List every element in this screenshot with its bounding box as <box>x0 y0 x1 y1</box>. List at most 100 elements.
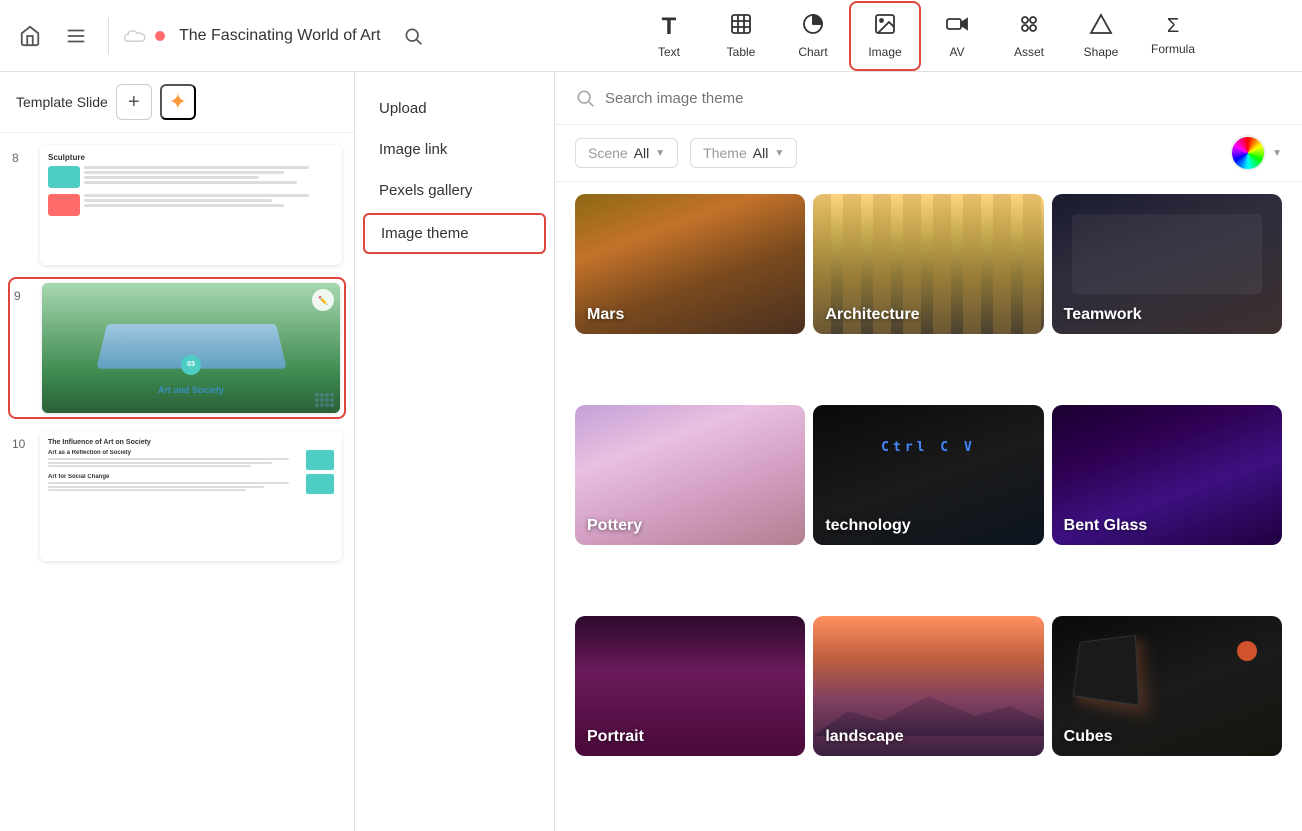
slide-item-9[interactable]: 9 ✏️ 03 Art and Society <box>8 277 346 419</box>
toolbar-asset[interactable]: Asset <box>993 1 1065 71</box>
image-card-architecture[interactable]: Architecture <box>813 194 1043 334</box>
cloud-dot <box>155 31 165 41</box>
toolbar-text[interactable]: T Text <box>633 1 705 71</box>
image-card-pottery[interactable]: Pottery <box>575 405 805 545</box>
toolbar: T Text Table <box>552 1 1290 71</box>
slide-8-text2 <box>84 194 334 209</box>
search-wrap <box>575 88 1282 108</box>
dropdown-pexels-gallery[interactable]: Pexels gallery <box>355 170 554 211</box>
image-icon <box>873 12 897 41</box>
slide-8-img1 <box>48 166 80 188</box>
image-label-architecture: Architecture <box>825 306 919 324</box>
slide-item-8[interactable]: 8 Sculpture <box>8 141 346 269</box>
image-label: Image <box>868 45 901 59</box>
shape-label: Shape <box>1084 45 1119 59</box>
upload-label: Upload <box>379 100 427 117</box>
home-icon[interactable] <box>12 18 48 54</box>
topbar: The Fascinating World of Art T Text <box>0 0 1302 72</box>
dropdown-upload[interactable]: Upload <box>355 88 554 129</box>
theme-filter[interactable]: Theme All ▼ <box>690 138 797 168</box>
image-label-cubes: Cubes <box>1064 728 1113 746</box>
slide-10-preview: The Influence of Art on Society Art as a… <box>40 431 342 561</box>
slide-9-dots <box>315 393 334 407</box>
upload-dropdown: Upload Image link Pexels gallery Image t… <box>355 72 555 831</box>
cloud-save-icon[interactable] <box>123 27 165 45</box>
slide-10-sec1: Art as a Reflection of Society <box>48 450 334 470</box>
theme-value: All <box>753 145 769 161</box>
shape-icon <box>1089 12 1113 41</box>
av-label: AV <box>949 45 964 59</box>
document-title: The Fascinating World of Art <box>179 27 381 45</box>
toolbar-formula[interactable]: Σ Formula <box>1137 1 1209 71</box>
topbar-divider <box>108 18 109 54</box>
image-card-bent-glass[interactable]: Bent Glass <box>1052 405 1282 545</box>
menu-icon[interactable] <box>58 18 94 54</box>
theme-chevron: ▼ <box>774 148 784 159</box>
slide-10-title: The Influence of Art on Society <box>48 439 334 446</box>
panel-filters: Scene All ▼ Theme All ▼ ▼ <box>555 125 1302 182</box>
slide-thumb-8: Sculpture <box>40 145 342 265</box>
image-label-technology: technology <box>825 517 910 535</box>
toolbar-shape[interactable]: Shape <box>1065 1 1137 71</box>
image-label-landscape: landscape <box>825 728 903 746</box>
color-picker-button[interactable] <box>1230 135 1266 171</box>
image-card-mars[interactable]: Mars <box>575 194 805 334</box>
slide-8-title: Sculpture <box>48 153 334 162</box>
scene-filter[interactable]: Scene All ▼ <box>575 138 678 168</box>
image-card-cubes[interactable]: Cubes <box>1052 616 1282 756</box>
slide-10-sec2: Art for Social Change <box>48 474 334 494</box>
chart-icon <box>801 12 825 41</box>
table-label: Table <box>727 45 756 59</box>
slide-9-edit-badge: ✏️ <box>312 289 334 311</box>
chart-label: Chart <box>798 45 827 59</box>
slide-item-10[interactable]: 10 The Influence of Art on Society Art a… <box>8 427 346 565</box>
asset-icon <box>1017 12 1041 41</box>
search-input[interactable] <box>605 90 1282 107</box>
toolbar-av[interactable]: AV <box>921 1 993 71</box>
toolbar-chart[interactable]: Chart <box>777 1 849 71</box>
image-link-label: Image link <box>379 141 447 158</box>
theme-label: Theme <box>703 145 747 161</box>
slide-8-preview: Sculpture <box>40 145 342 265</box>
slide-8-content <box>48 166 334 216</box>
slide-number-8: 8 <box>12 145 32 165</box>
image-card-technology[interactable]: technology <box>813 405 1043 545</box>
main-content: Template Slide + ✦ 8 Sculpture <box>0 72 1302 831</box>
slide-thumb-10: The Influence of Art on Society Art as a… <box>40 431 342 561</box>
panel-search-icon <box>575 88 595 108</box>
color-picker-chevron: ▼ <box>1272 148 1282 159</box>
image-label-portrait: Portrait <box>587 728 644 746</box>
panel-search <box>555 72 1302 125</box>
image-label-teamwork: Teamwork <box>1064 306 1142 324</box>
sidebar-header: Template Slide + ✦ <box>0 72 354 133</box>
slide-8-text1 <box>84 166 334 186</box>
slide-9-preview: ✏️ 03 Art and Society <box>42 283 340 413</box>
text-label: Text <box>658 45 680 59</box>
slide-10-img1 <box>306 450 334 470</box>
image-card-teamwork[interactable]: Teamwork <box>1052 194 1282 334</box>
image-card-portrait[interactable]: Portrait <box>575 616 805 756</box>
search-button[interactable] <box>395 18 431 54</box>
toolbar-image[interactable]: Image <box>849 1 921 71</box>
topbar-left: The Fascinating World of Art <box>12 18 552 54</box>
scene-value: All <box>634 145 650 161</box>
slide-number-9: 9 <box>14 283 34 303</box>
ai-button[interactable]: ✦ <box>160 84 196 120</box>
slide-9-label: Art and Society <box>42 385 340 395</box>
add-slide-button[interactable]: + <box>116 84 152 120</box>
image-label-pottery: Pottery <box>587 517 642 535</box>
sidebar: Template Slide + ✦ 8 Sculpture <box>0 72 355 831</box>
scene-chevron: ▼ <box>655 148 665 159</box>
image-theme-panel: Scene All ▼ Theme All ▼ ▼ Mars Architect… <box>555 72 1302 831</box>
formula-icon: Σ <box>1167 15 1179 38</box>
dropdown-image-link[interactable]: Image link <box>355 129 554 170</box>
template-slide-label: Template Slide <box>16 94 108 110</box>
toolbar-table[interactable]: Table <box>705 1 777 71</box>
scene-label: Scene <box>588 145 628 161</box>
dropdown-image-theme[interactable]: Image theme <box>363 213 546 254</box>
av-icon <box>945 12 969 41</box>
slides-list: 8 Sculpture <box>0 133 354 831</box>
slide-8-img2 <box>48 194 80 216</box>
slide-9-num-badge: 03 <box>181 355 201 375</box>
image-card-landscape[interactable]: landscape <box>813 616 1043 756</box>
